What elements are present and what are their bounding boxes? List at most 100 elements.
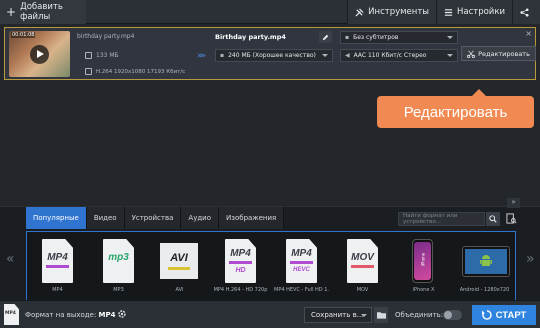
output-format-value: MP4 [98, 311, 116, 319]
settings-button[interactable]: Настройки [435, 0, 512, 24]
avi-icon: AVI [157, 238, 201, 284]
rename-button[interactable] [319, 31, 332, 43]
pencil-icon [322, 34, 329, 40]
format-search-input[interactable]: Найти формат или устройство... [398, 212, 485, 226]
card-subtext: HEVC [293, 267, 310, 273]
tools-button[interactable]: Инструменты [347, 0, 436, 24]
output-quality-dropdown[interactable]: ▪ 240 МБ (Хорошее качество) [215, 49, 333, 62]
source-filename: birthday party.mp4 [77, 33, 135, 40]
add-files-label: Добавить файлы [20, 2, 63, 22]
play-icon[interactable] [30, 45, 49, 64]
share-icon [520, 7, 529, 17]
audio-value: AAC 110 Кбит/с Стерео [353, 52, 427, 59]
card-text: iPhone [420, 252, 426, 267]
card-text: MP4 [230, 248, 251, 259]
source-size-text: 133 МБ [96, 52, 119, 59]
gear-icon[interactable] [117, 309, 127, 319]
card-text: MP4 [291, 248, 312, 259]
wrench-icon [355, 7, 364, 17]
preset-iphone-x[interactable]: iPhone iPhone X [396, 238, 451, 294]
start-button[interactable]: СТАРТ [472, 305, 536, 325]
formats-panel: » Популярные Видео Устройства Аудио Изоб… [0, 198, 540, 301]
tab-devices[interactable]: Устройства [124, 207, 182, 229]
edit-button-label: Редактировать [478, 49, 530, 58]
timecode: 00:01:08 [11, 32, 36, 38]
edit-button[interactable]: Редактировать [461, 46, 536, 61]
chevron-down-icon [361, 314, 367, 317]
preset-list: MP4 MP4 mp3 MP3 AVI AVI MP4 HD MP4 H.264 … [26, 231, 516, 301]
output-format-icon[interactable]: MP4 [4, 304, 19, 325]
bottom-bar: MP4 Формат на выходе: MP4 Сохранить в...… [0, 300, 540, 328]
subtitles-dropdown[interactable]: ▪ Без субтитров [340, 31, 458, 44]
card-text: mp3 [108, 252, 129, 263]
remove-file-icon[interactable]: × [525, 29, 532, 38]
video-thumbnail[interactable]: 00:01:08 [9, 31, 70, 77]
preset-mp4-hd[interactable]: MP4 HD MP4 H.264 - HD 720p [213, 238, 268, 294]
preset-label: Android - 1280x720 [459, 287, 510, 293]
mp3-icon: mp3 [96, 238, 140, 284]
preset-label: MP3 [113, 287, 124, 293]
video-icon [85, 68, 92, 75]
search-icon [489, 215, 497, 223]
preset-label: AVI [175, 287, 184, 293]
preset-mov[interactable]: MOV MOV [335, 238, 390, 294]
preset-label: MOV [356, 287, 369, 293]
top-right-actions: Инструменты Настройки [347, 0, 540, 24]
preset-mp4[interactable]: MP4 MP4 [30, 238, 85, 294]
plus-icon: + [6, 5, 17, 19]
save-to-dropdown[interactable]: Сохранить в... [304, 307, 372, 323]
add-files-button[interactable]: + Добавить файлы [0, 0, 86, 24]
subtitles-icon: ▪ [345, 34, 350, 41]
output-icon-text: MP4 [5, 311, 16, 316]
output-format[interactable]: Формат на выходе: MP4 [25, 311, 116, 319]
preset-label: iPhone X [412, 287, 435, 293]
iphone-icon: iPhone [401, 238, 445, 284]
device-search-icon [505, 213, 516, 224]
tab-popular[interactable]: Популярные [26, 207, 87, 229]
source-codec: H.264 1920x1080 17193 Кбит/с [85, 68, 185, 75]
preset-android[interactable]: Android - 1280x720 [457, 238, 512, 294]
preset-label: MP4 HEVC - Full HD 1... [274, 287, 329, 293]
mp4-icon: MP4 [35, 238, 79, 284]
tab-video[interactable]: Видео [86, 207, 125, 229]
card-subtext: HD [235, 267, 246, 274]
search-button[interactable] [486, 212, 500, 226]
card-text: AVI [170, 252, 188, 264]
source-size: 133 МБ [85, 52, 119, 59]
tab-audio[interactable]: Аудио [181, 207, 220, 229]
tab-images[interactable]: Изображения [219, 207, 285, 229]
mp4-hevc-icon: MP4 HEVC [279, 238, 323, 284]
chevron-down-icon [447, 36, 453, 39]
preset-avi[interactable]: AVI AVI [152, 238, 207, 294]
preset-mp4-hevc[interactable]: MP4 HEVC MP4 HEVC - Full HD 1... [274, 238, 329, 294]
convert-arrow-icon: »» [197, 51, 206, 61]
share-button[interactable] [512, 0, 540, 24]
preset-label: MP4 H.264 - HD 720p [213, 287, 268, 293]
chevron-down-icon [322, 54, 328, 57]
speaker-icon: ◀ [345, 52, 350, 59]
open-folder-button[interactable] [374, 307, 388, 323]
subtitles-value: Без субтитров [353, 34, 399, 41]
preset-mp3[interactable]: mp3 MP3 [91, 238, 146, 294]
merge-label: Объединить: [395, 311, 444, 319]
mov-icon: MOV [340, 238, 384, 284]
android-robot-icon [480, 255, 492, 266]
file-row[interactable]: 00:01:08 birthday party.mp4 133 МБ H.264… [4, 27, 536, 80]
edit-tooltip: Редактировать [377, 89, 534, 128]
find-device-button[interactable] [504, 211, 518, 226]
save-to-label: Сохранить в... [311, 311, 364, 319]
convert-icon [481, 310, 492, 320]
chevron-left-icon[interactable]: « [6, 251, 15, 267]
audio-dropdown[interactable]: ◀ AAC 110 Кбит/с Стерео [340, 49, 458, 62]
file-icon: ▪ [220, 52, 225, 59]
output-filename[interactable]: Birthday party.mp4 [215, 33, 286, 41]
card-text: MOV [351, 252, 374, 263]
chevron-right-icon[interactable]: » [526, 251, 535, 267]
chevron-down-icon [447, 54, 453, 57]
merge-toggle[interactable] [443, 310, 462, 320]
tools-label: Инструменты [368, 7, 429, 17]
preset-label: MP4 [52, 287, 63, 293]
file-icon [85, 52, 92, 59]
format-tabs: Популярные Видео Устройства Аудио Изобра… [26, 207, 285, 229]
collapse-panel-button[interactable]: » [507, 198, 520, 208]
